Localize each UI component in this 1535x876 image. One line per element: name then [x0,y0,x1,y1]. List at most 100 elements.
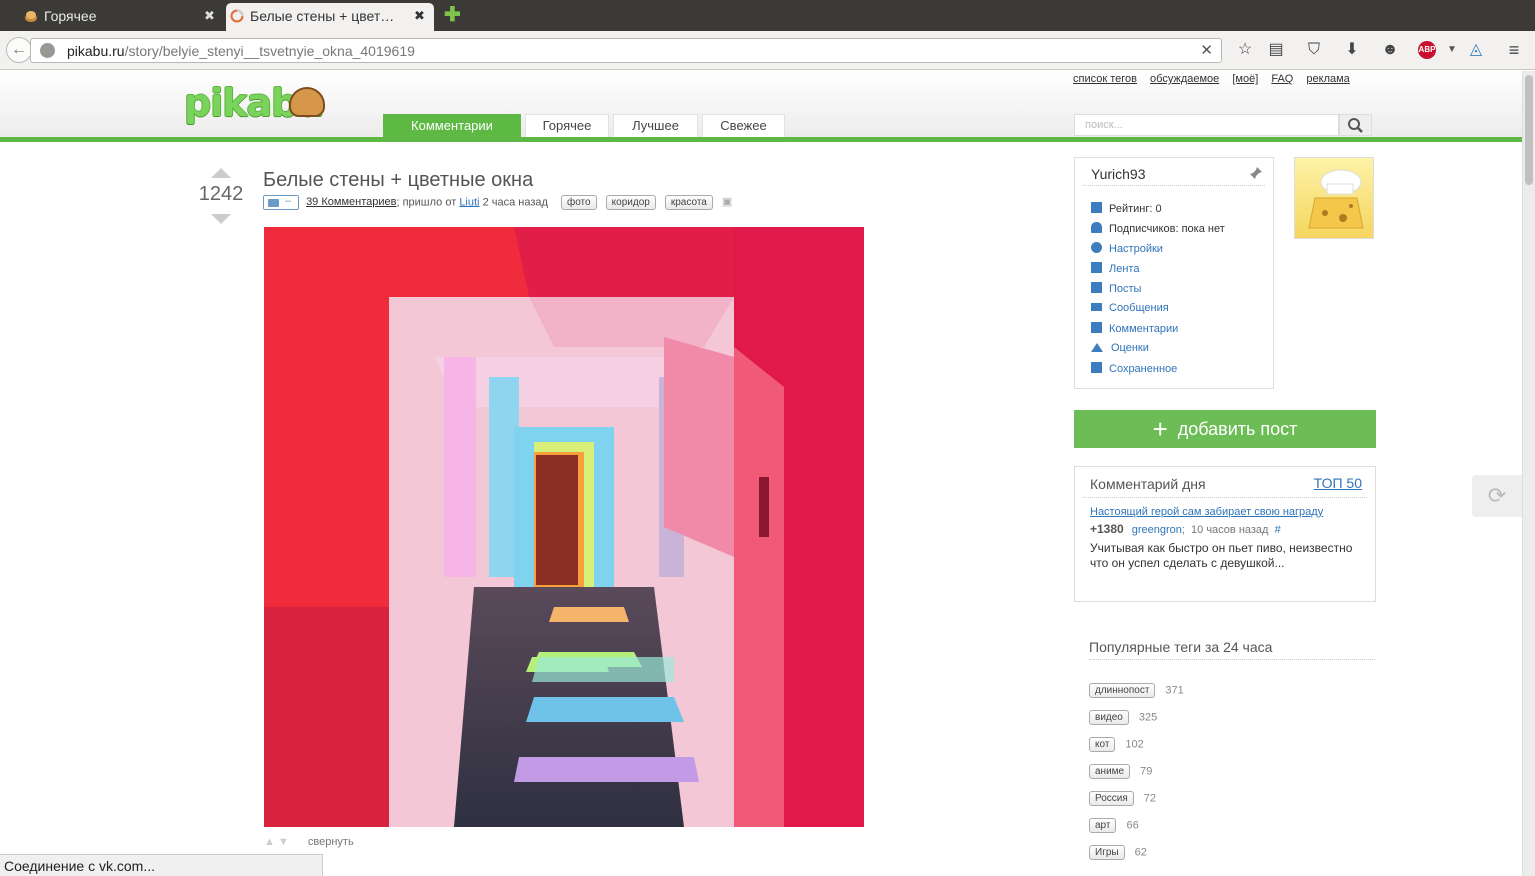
menu-hamburger-icon[interactable]: ≡ [1504,40,1524,60]
post-title[interactable]: Белые стены + цветные окна [263,169,533,192]
tab-best[interactable]: Лучшее [613,114,698,137]
user-link-comments[interactable]: Комментарии [1091,322,1178,338]
user-link-label[interactable]: Оценки [1111,342,1149,354]
user-link-label[interactable]: Посты [1109,283,1141,295]
adblock-icon[interactable]: ABP [1418,41,1436,59]
user-link-ratings[interactable]: Оценки [1091,342,1149,358]
pikabu-logo[interactable]: pikabu [184,81,329,125]
cotd-author[interactable]: greengron [1132,524,1182,536]
loading-spinner-icon [230,9,244,23]
popular-tags-title: Популярные теги за 24 часа [1089,639,1273,655]
top-link-faq[interactable]: FAQ [1271,73,1293,85]
downvote-arrow-icon[interactable] [211,214,231,224]
comments-link[interactable]: 39 Комментариев [306,196,396,208]
popular-tag[interactable]: Игры [1089,845,1125,860]
post-rating: 1242 [198,183,244,205]
save-floppy-icon[interactable]: ▣ [722,196,732,208]
popular-tag[interactable]: Россия [1089,791,1134,806]
popular-tag-count: 371 [1165,684,1184,697]
downvote-small-icon[interactable]: ▼ [278,836,289,848]
user-link-label[interactable]: Сохраненное [1109,363,1177,375]
popular-tag[interactable]: длиннопост [1089,683,1156,698]
user-link-label[interactable]: Настройки [1109,243,1163,255]
popular-tag-item: видео 325 [1089,710,1157,725]
upvote-arrow-icon[interactable] [211,168,231,178]
top-link-mine[interactable]: [моё] [1232,73,1258,85]
user-link-label[interactable]: Сообщения [1109,302,1169,314]
popular-tag[interactable]: арт [1089,818,1117,833]
user-link-messages[interactable]: Сообщения [1091,302,1169,318]
status-bar: Соединение с vk.com... [0,854,323,876]
close-icon[interactable]: ✖ [204,3,215,29]
tab-hot[interactable]: Горячее [525,114,609,137]
post-tag[interactable]: коридор [605,195,656,210]
star-bookmark-icon[interactable]: ☆ [1235,40,1255,60]
photo-badge-text: – [285,195,292,207]
address-bar[interactable]: pikabu.ru/story/belyie_stenyi__tsvetnyie… [30,38,1222,63]
top-link-ads[interactable]: реклама [1306,73,1349,85]
upvote-small-icon[interactable]: ▲ [264,836,275,848]
stop-icon[interactable]: ✕ [1200,41,1213,59]
page-scrollbar[interactable] [1522,71,1535,876]
bar-chart-icon [1091,202,1102,213]
floppy-icon [1091,362,1102,373]
post-image[interactable] [264,227,864,827]
browser-tab-bar: Горячее ✖ Белые стены + цвет… ✖ ✚ [0,0,1535,31]
browser-tab-1[interactable]: Горячее ✖ [20,3,222,31]
user-subscribers-text: Подписчиков: пока нет [1109,223,1225,235]
popular-tag[interactable]: аниме [1089,764,1131,779]
post-footer: ▲ ▼ свернуть [264,836,354,848]
avatar[interactable] [1294,157,1374,239]
download-icon[interactable]: ⬇ [1342,40,1362,60]
site-header: pikabu список тегов обсуждаемое [моё] FA… [0,71,1522,142]
user-link-label[interactable]: Комментарии [1109,323,1178,335]
user-name[interactable]: Yurich93 [1091,166,1145,182]
popular-tag-item: Игры 62 [1089,845,1147,860]
sync-icon[interactable]: ◬ [1466,40,1486,60]
post-tag[interactable]: фото [560,195,597,210]
popular-tag[interactable]: видео [1089,710,1129,725]
chevron-down-icon[interactable]: ▼ [1442,40,1462,60]
cotd-permalink[interactable]: # [1275,524,1281,536]
comment-of-the-day: Комментарий дня ТОП 50 Настоящий герой с… [1074,466,1376,602]
chat-icon[interactable]: ☻ [1380,40,1400,60]
back-arrow-icon[interactable]: ← [6,37,32,63]
close-icon[interactable]: ✖ [414,3,425,29]
popular-tag-item: кот 102 [1089,737,1144,752]
browser-nav-bar: ← pikabu.ru/story/belyie_stenyi__tsvetny… [0,31,1535,70]
post-time: 2 часа назад [482,196,548,209]
new-tab-plus-icon[interactable]: ✚ [444,5,462,25]
search-input[interactable]: поиск... [1074,114,1339,136]
user-link-posts[interactable]: Посты [1091,282,1141,298]
cotd-time: 10 часов назад [1191,524,1269,536]
tab-fresh[interactable]: Свежее [702,114,785,137]
user-link-settings[interactable]: Настройки [1091,242,1163,258]
user-link-saved[interactable]: Сохраненное [1091,362,1177,378]
author-link[interactable]: Liuti [459,196,479,208]
pin-icon[interactable] [1249,166,1263,180]
pocket-icon[interactable]: ⛉ [1304,40,1324,60]
photo-badge[interactable]: – [263,195,299,210]
scrollbar-thumb[interactable] [1525,75,1533,185]
plus-icon: + [1152,414,1168,444]
post-tag[interactable]: красота [664,195,713,210]
popular-tag[interactable]: кот [1089,737,1116,752]
post-meta: – 39 Комментариев; пришло от Liuti 2 час… [263,195,732,211]
collapse-link[interactable]: свернуть [308,836,354,848]
search-button[interactable] [1339,114,1372,136]
user-link-feed[interactable]: Лента [1091,262,1139,278]
browser-tab-2[interactable]: Белые стены + цвет… ✖ [226,3,434,31]
refresh-icon[interactable]: ⟳ [1472,475,1522,517]
cotd-post-link[interactable]: Настоящий герой сам забирает свою наград… [1090,506,1323,518]
top-link-tags[interactable]: список тегов [1073,73,1137,85]
add-post-button[interactable]: + добавить пост [1074,410,1376,448]
user-link-label[interactable]: Лента [1109,263,1139,275]
browser-tab-2-label: Белые стены + цвет… [250,8,395,24]
top-link-discussed[interactable]: обсуждаемое [1150,73,1219,85]
cotd-score: +1380 [1090,522,1124,536]
reading-list-icon[interactable]: ▤ [1266,40,1286,60]
popular-tag-item: аниме 79 [1089,764,1152,779]
from-text: ; пришло от [396,196,457,209]
tab-comments[interactable]: Комментарии [383,114,521,137]
top50-link[interactable]: ТОП 50 [1314,475,1362,491]
